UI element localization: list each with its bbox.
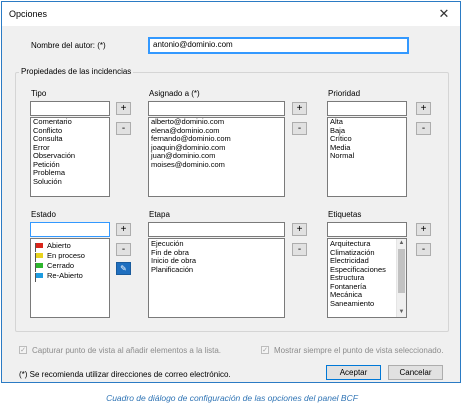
asignado-label: Asignado a (*) bbox=[149, 89, 200, 98]
estado-list[interactable]: Abierto En proceso Cerrado Re-Abierto bbox=[30, 238, 110, 318]
show-label: Mostrar siempre el punto de vista selecc… bbox=[274, 346, 444, 355]
tipo-remove-button[interactable]: - bbox=[116, 122, 131, 135]
flag-icon bbox=[35, 252, 44, 262]
tipo-label: Tipo bbox=[31, 89, 47, 98]
etiquetas-scrollbar[interactable]: ▲ ▼ bbox=[396, 239, 406, 317]
prioridad-add-button[interactable]: + bbox=[416, 102, 431, 115]
etapa-input[interactable] bbox=[148, 222, 285, 237]
tipo-add-button[interactable]: + bbox=[116, 102, 131, 115]
scroll-thumb[interactable] bbox=[398, 249, 405, 293]
estado-item-label: Cerrado bbox=[47, 261, 75, 270]
etiquetas-add-button[interactable]: + bbox=[416, 223, 431, 236]
list-item[interactable]: moises@dominio.com bbox=[149, 160, 284, 170]
accept-button[interactable]: Aceptar bbox=[326, 365, 381, 380]
prioridad-list[interactable]: Alta Baja Crítico Media Normal bbox=[327, 117, 407, 197]
etiquetas-input[interactable] bbox=[327, 222, 407, 237]
list-item[interactable]: Abierto bbox=[31, 241, 109, 252]
tipo-input[interactable] bbox=[30, 101, 110, 116]
asignado-remove-button[interactable]: - bbox=[292, 122, 307, 135]
list-item[interactable]: Normal bbox=[328, 151, 406, 161]
flag-icon bbox=[35, 262, 44, 272]
cancel-button[interactable]: Cancelar bbox=[388, 365, 443, 380]
etapa-list[interactable]: Ejecución Fin de obra Inicio de obra Planif… bbox=[148, 238, 285, 318]
capture-checkbox[interactable]: ✓ bbox=[19, 346, 27, 354]
etapa-label: Etapa bbox=[149, 210, 170, 219]
estado-item-label: Abierto bbox=[47, 241, 71, 250]
list-item[interactable]: Solución bbox=[31, 177, 109, 187]
scroll-down-icon[interactable]: ▼ bbox=[397, 308, 406, 317]
estado-add-button[interactable]: + bbox=[116, 223, 131, 236]
estado-label: Estado bbox=[31, 210, 56, 219]
close-icon[interactable]: ✕ bbox=[436, 6, 452, 22]
title-bar: Opciones ✕ bbox=[2, 2, 460, 26]
show-checkbox[interactable]: ✓ bbox=[261, 346, 269, 354]
estado-item-label: Re-Abierto bbox=[47, 271, 83, 280]
flag-icon bbox=[35, 272, 44, 282]
etiquetas-list[interactable]: Arquitectura Climatización Electricidad Esp… bbox=[327, 238, 407, 318]
etapa-remove-button[interactable]: - bbox=[292, 243, 307, 256]
email-note: (*) Se recomienda utilizar direcciones d… bbox=[19, 370, 231, 379]
pencil-icon: ✎ bbox=[120, 264, 127, 273]
prioridad-input[interactable] bbox=[327, 101, 407, 116]
list-item[interactable]: Re-Abierto bbox=[31, 271, 109, 282]
capture-label: Capturar punto de vista al añadir elemen… bbox=[32, 346, 221, 355]
author-input[interactable]: antonio@dominio.com bbox=[148, 37, 409, 54]
asignado-input[interactable] bbox=[148, 101, 285, 116]
asignado-list[interactable]: alberto@dominio.com elena@dominio.com fern… bbox=[148, 117, 285, 197]
figure-caption: Cuadro de diálogo de configuración de la… bbox=[106, 393, 358, 403]
tipo-list[interactable]: Comentario Conflicto Consulta Error Observac… bbox=[30, 117, 110, 197]
list-item[interactable]: Cerrado bbox=[31, 261, 109, 272]
estado-edit-button[interactable]: ✎ bbox=[116, 262, 131, 275]
etiquetas-label: Etiquetas bbox=[328, 210, 362, 219]
prioridad-label: Prioridad bbox=[328, 89, 361, 98]
group-label: Propiedades de las incidencias bbox=[19, 67, 134, 76]
estado-input[interactable] bbox=[30, 222, 110, 237]
dialog-title: Opciones bbox=[9, 9, 48, 19]
prioridad-remove-button[interactable]: - bbox=[416, 122, 431, 135]
list-item[interactable]: Saneamiento bbox=[328, 299, 406, 309]
options-dialog: Opciones ✕ Nombre del autor: (*) antonio… bbox=[1, 1, 461, 383]
estado-item-label: En proceso bbox=[47, 251, 85, 260]
estado-remove-button[interactable]: - bbox=[116, 243, 131, 256]
author-label: Nombre del autor: (*) bbox=[31, 41, 106, 50]
list-item[interactable]: En proceso bbox=[31, 251, 109, 262]
asignado-add-button[interactable]: + bbox=[292, 102, 307, 115]
scroll-up-icon[interactable]: ▲ bbox=[397, 239, 406, 248]
etapa-add-button[interactable]: + bbox=[292, 223, 307, 236]
etiquetas-remove-button[interactable]: - bbox=[416, 243, 431, 256]
list-item[interactable]: Planificación bbox=[149, 265, 284, 275]
flag-icon bbox=[35, 242, 44, 252]
